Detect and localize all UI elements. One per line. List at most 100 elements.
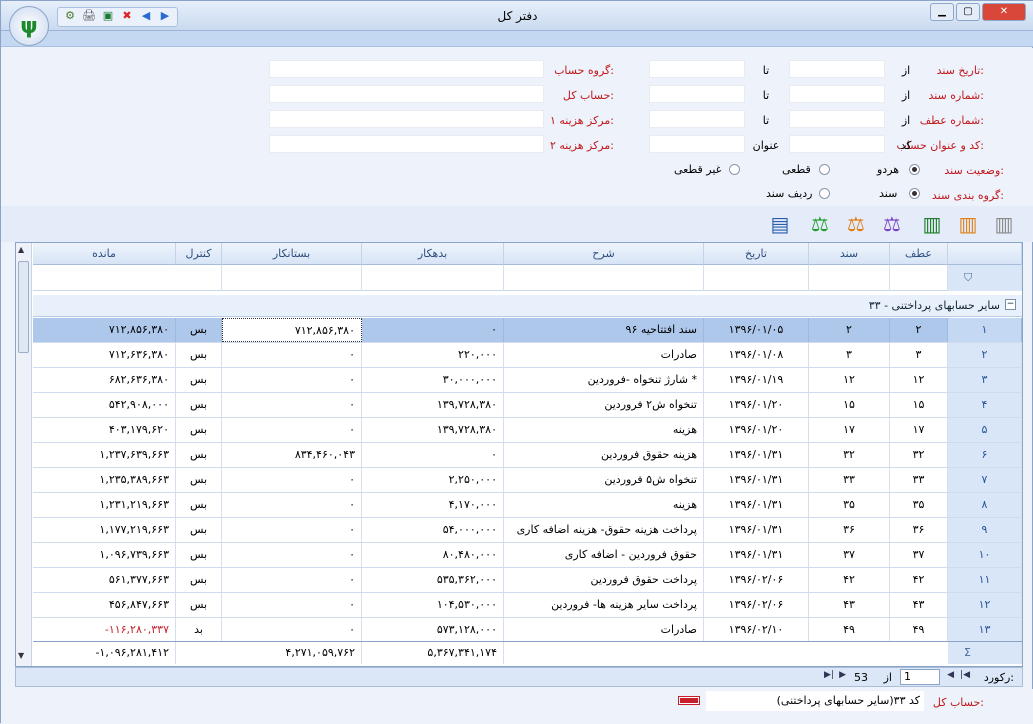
cell-doc[interactable]: ۱۵ (809, 393, 890, 417)
cell-debit[interactable]: ۱۳۹,۷۲۸,۳۸۰ (362, 393, 504, 417)
cell-credit[interactable]: ۰ (222, 593, 362, 617)
account-group-input[interactable] (269, 60, 544, 78)
cell-debit[interactable]: ۸۰,۴۸۰,۰۰۰ (362, 543, 504, 567)
row-number[interactable]: ۶ (948, 443, 1022, 467)
cell-doc[interactable]: ۳ (809, 343, 890, 367)
cell-ctrl[interactable]: بس (176, 318, 222, 342)
cell-doc[interactable]: ۳۶ (809, 518, 890, 542)
table-row[interactable]: ۱۲ ۴۳ ۴۳ ۱۳۹۶/۰۲/۰۶ پرداخت سایر هزینه ها- فر… (33, 593, 1022, 618)
col-header-atf[interactable]: عطف (890, 243, 948, 265)
filter-cell[interactable] (504, 265, 704, 291)
scroll-up-icon[interactable]: ▲ (18, 245, 24, 254)
cell-ctrl[interactable]: بس (176, 393, 222, 417)
first-record-icon[interactable]: |◀ (960, 670, 970, 680)
cell-credit[interactable]: ۰ (222, 343, 362, 367)
cell-date[interactable]: ۱۳۹۶/۰۱/۰۵ (704, 318, 809, 342)
balance-orange-icon[interactable]: ⚖ (842, 210, 870, 238)
table-row[interactable]: ۱۳ ۴۹ ۴۹ ۱۳۹۶/۰۲/۱۰ صادرات ۵۷۳,۱۲۸,۰۰۰ ۰ بد -۱۱۶… (33, 618, 1022, 643)
cell-debit[interactable]: ۲۲۰,۰۰۰ (362, 343, 504, 367)
settings-icon[interactable]: ⚙ (62, 8, 78, 24)
atf-to-input[interactable] (649, 110, 745, 128)
table-row[interactable]: ۹ ۳۶ ۳۶ ۱۳۹۶/۰۱/۳۱ پرداخت هزینه حقوق- هزینه … (33, 518, 1022, 543)
filter-cell[interactable] (222, 265, 362, 291)
cell-bal[interactable]: ۴۰۳,۱۷۹,۶۲۰ (33, 418, 176, 442)
cell-doc[interactable]: ۱۲ (809, 368, 890, 392)
table-row[interactable]: ۷ ۳۳ ۳۳ ۱۳۹۶/۰۱/۳۱ تنخواه ش۵ فروردین ۲,۲۵۰,۰۰… (33, 468, 1022, 493)
cell-atf[interactable]: ۳۲ (890, 443, 948, 467)
cell-date[interactable]: ۱۳۹۶/۰۲/۰۶ (704, 568, 809, 592)
account-title-input[interactable] (649, 135, 745, 153)
cell-atf[interactable]: ۳۶ (890, 518, 948, 542)
cell-ctrl[interactable]: بس (176, 493, 222, 517)
cell-atf[interactable]: ۱۵ (890, 393, 948, 417)
cell-doc[interactable]: ۴۹ (809, 618, 890, 642)
cell-doc[interactable]: ۱۷ (809, 418, 890, 442)
cell-desc[interactable]: هزینه حقوق فروردین (504, 443, 704, 467)
cell-bal[interactable]: ۷۱۲,۶۳۶,۳۸۰ (33, 343, 176, 367)
col-header-balance[interactable]: مانده (33, 243, 176, 265)
row-number[interactable]: ۵ (948, 418, 1022, 442)
row-number[interactable]: ۱۲ (948, 593, 1022, 617)
row-number[interactable]: ۱۱ (948, 568, 1022, 592)
back-icon[interactable]: ◀ (138, 8, 154, 24)
cell-credit[interactable]: ۰ (222, 618, 362, 642)
group-row-radio[interactable] (819, 188, 830, 199)
cell-bal[interactable]: ۱,۲۳۵,۳۸۹,۶۶۳ (33, 468, 176, 492)
gray-book-icon[interactable]: ▥ (990, 210, 1018, 238)
cell-doc[interactable]: ۲ (809, 318, 890, 342)
cell-debit[interactable]: ۳۰,۰۰۰,۰۰۰ (362, 368, 504, 392)
row-number[interactable]: ۱۳ (948, 618, 1022, 642)
cell-date[interactable]: ۱۳۹۶/۰۱/۳۱ (704, 443, 809, 467)
filter-cell[interactable] (809, 265, 890, 291)
table-row[interactable]: ۱۱ ۴۲ ۴۲ ۱۳۹۶/۰۲/۰۶ پرداخت حقوق فروردین ۵۳۵,۳… (33, 568, 1022, 593)
col-header-desc[interactable]: شرح (504, 243, 704, 265)
cell-desc[interactable]: حقوق فروردین - اضافه کاری (504, 543, 704, 567)
cell-bal[interactable]: ۱,۲۳۱,۲۱۹,۶۶۳ (33, 493, 176, 517)
close-button[interactable]: ✕ (982, 3, 1026, 21)
balance-purple-icon[interactable]: ⚖ (878, 210, 906, 238)
cell-atf[interactable]: ۲ (890, 318, 948, 342)
status-final-radio[interactable] (819, 164, 830, 175)
cell-ctrl[interactable]: بس (176, 543, 222, 567)
record-current-input[interactable]: 1 (900, 669, 940, 685)
green-book-icon[interactable]: ▥ (918, 210, 946, 238)
cell-desc[interactable]: پرداخت حقوق فروردین (504, 568, 704, 592)
row-number[interactable]: ۳ (948, 368, 1022, 392)
table-row[interactable]: ۶ ۳۲ ۳۲ ۱۳۹۶/۰۱/۳۱ هزینه حقوق فروردین ۰ ۸۳۴,۴۶… (33, 443, 1022, 468)
cell-debit[interactable]: ۲,۲۵۰,۰۰۰ (362, 468, 504, 492)
table-row[interactable]: ۴ ۱۵ ۱۵ ۱۳۹۶/۰۱/۲۰ تنخواه ش۲ فروردین ۱۳۹,۷۲۸,… (33, 393, 1022, 418)
cell-date[interactable]: ۱۳۹۶/۰۱/۲۰ (704, 393, 809, 417)
cell-doc[interactable]: ۳۲ (809, 443, 890, 467)
cell-doc[interactable]: ۳۳ (809, 468, 890, 492)
cell-atf[interactable]: ۴۹ (890, 618, 948, 642)
account-code-input[interactable] (789, 135, 885, 153)
cell-credit[interactable]: ۰ (222, 418, 362, 442)
ledger-input[interactable] (269, 85, 544, 103)
col-header-control[interactable]: کنترل (176, 243, 222, 265)
col-header-credit[interactable]: بستانکار (222, 243, 362, 265)
filter-cell[interactable] (176, 265, 222, 291)
next-record-icon[interactable]: ▶ (839, 670, 846, 680)
cell-date[interactable]: ۱۳۹۶/۰۱/۰۸ (704, 343, 809, 367)
row-number[interactable]: ۹ (948, 518, 1022, 542)
cell-desc[interactable]: سند افتتاحیه ۹۶ (504, 318, 704, 342)
filter-cell[interactable] (362, 265, 504, 291)
cell-credit[interactable]: ۰ (222, 518, 362, 542)
cell-doc[interactable]: ۳۷ (809, 543, 890, 567)
cell-date[interactable]: ۱۳۹۶/۰۱/۳۱ (704, 518, 809, 542)
row-number[interactable]: ۱۰ (948, 543, 1022, 567)
filter-cell[interactable] (704, 265, 809, 291)
table-row[interactable]: ۵ ۱۷ ۱۷ ۱۳۹۶/۰۱/۲۰ هزینه ۱۳۹,۷۲۸,۳۸۰ ۰ بس ۴۰۳,۱۷… (33, 418, 1022, 443)
cell-bal[interactable]: ۷۱۲,۸۵۶,۳۸۰ (33, 318, 176, 342)
cell-debit[interactable]: ۱۰۴,۵۳۰,۰۰۰ (362, 593, 504, 617)
row-number[interactable]: ۴ (948, 393, 1022, 417)
cell-credit[interactable]: ۰ (222, 468, 362, 492)
cell-debit[interactable]: ۴,۱۷۰,۰۰۰ (362, 493, 504, 517)
date-to-input[interactable] (649, 60, 745, 78)
cell-ctrl[interactable]: بس (176, 418, 222, 442)
cell-bal[interactable]: ۵۶۱,۳۷۷,۶۶۳ (33, 568, 176, 592)
cell-credit[interactable]: ۰ (222, 568, 362, 592)
table-row[interactable]: ۱ ۲ ۲ ۱۳۹۶/۰۱/۰۵ سند افتتاحیه ۹۶ ۰ ۷۱۲,۸۵۶,۳۸۰… (33, 318, 1022, 343)
filter-cell[interactable] (890, 265, 948, 291)
maximize-button[interactable]: ▢ (956, 3, 980, 21)
